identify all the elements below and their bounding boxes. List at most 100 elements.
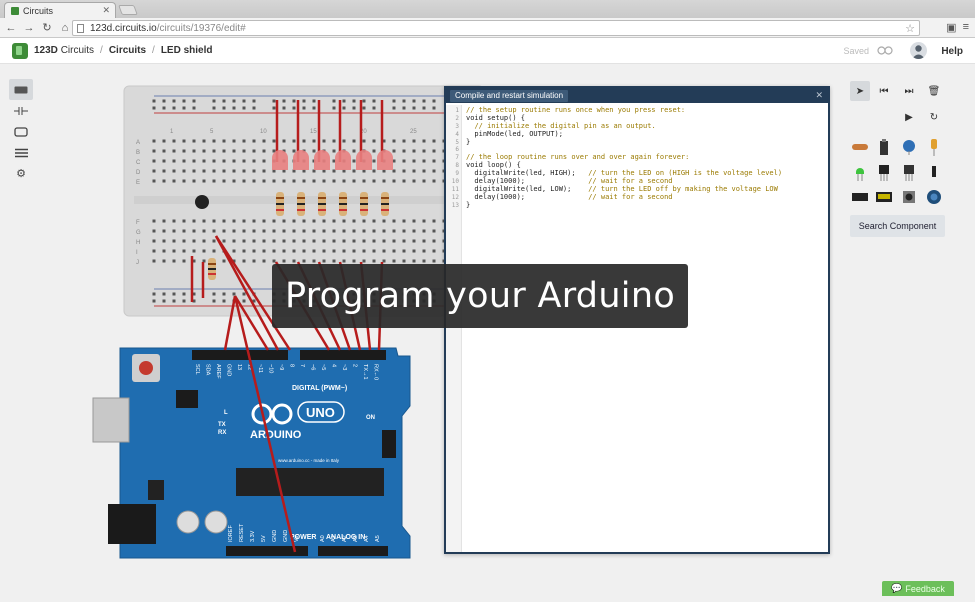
- pin-label: 13: [236, 364, 242, 370]
- code-area[interactable]: 1 2 3 4 5 6 7 8 9 10 11 12 13 // the setup routine r…: [446, 105, 828, 552]
- red-led[interactable]: [356, 150, 372, 170]
- brand-link[interactable]: 123D Circuits: [34, 45, 94, 56]
- rx-label: RX: [218, 430, 226, 436]
- breadcrumb-current[interactable]: LED shield: [161, 45, 213, 56]
- reset-button[interactable]: [139, 361, 153, 375]
- back-icon[interactable]: ←: [4, 21, 18, 35]
- mosfet-component[interactable]: [899, 162, 919, 182]
- line-number: 13: [451, 201, 459, 209]
- pin-label: RESET: [239, 523, 245, 542]
- pin-label: ~6: [310, 364, 316, 370]
- code-line[interactable]: }: [466, 201, 782, 210]
- breadboard-icon: [14, 86, 28, 93]
- red-led[interactable]: [272, 150, 288, 170]
- potentiometer-component[interactable]: [899, 137, 919, 157]
- step-back-button[interactable]: ⏮: [874, 81, 894, 101]
- battery-component[interactable]: [874, 137, 894, 157]
- ic-component[interactable]: [850, 187, 870, 207]
- l-label: L: [224, 410, 228, 416]
- select-tool-button[interactable]: ➤: [850, 81, 870, 101]
- analog-header: [318, 546, 388, 556]
- breadboard-view-button[interactable]: [9, 79, 33, 100]
- transistor-component[interactable]: [874, 162, 894, 182]
- pcb-view-button[interactable]: [9, 121, 33, 142]
- red-led[interactable]: [314, 150, 330, 170]
- pin-label: GND: [272, 530, 278, 542]
- breadcrumb-circuits[interactable]: Circuits: [109, 45, 146, 56]
- tx-label: TX: [218, 422, 226, 428]
- arduino-uno-board[interactable]: UNO ARDUINO DIGITAL (PWM~) POWER ANALOG …: [92, 347, 411, 559]
- component-list-button[interactable]: [9, 142, 33, 163]
- restart-button[interactable]: ↻: [924, 107, 944, 127]
- pin-label: ~5: [320, 364, 326, 370]
- menu-icon[interactable]: ≡: [963, 21, 969, 34]
- line-number: 4: [455, 130, 459, 138]
- site-label: www.arduino.cc - made in Italy: [278, 458, 340, 463]
- pin-label: A4: [364, 535, 370, 542]
- user-avatar-icon[interactable]: [910, 42, 927, 59]
- line-number: 9: [455, 170, 459, 178]
- resistor-component[interactable]: [850, 137, 870, 157]
- play-icon: ▶: [905, 111, 913, 123]
- line-number: 8: [455, 162, 459, 170]
- share-icon[interactable]: [877, 46, 893, 55]
- line-number: 3: [455, 122, 459, 130]
- row-label: H: [136, 240, 140, 246]
- gear-icon: ⚙: [16, 168, 26, 180]
- bookmark-star-icon[interactable]: ☆: [905, 22, 915, 35]
- pin-label: IOREF: [228, 525, 234, 542]
- red-led[interactable]: [335, 150, 351, 170]
- push-button[interactable]: [195, 195, 209, 209]
- pin-label: 8: [289, 364, 295, 367]
- search-component-button[interactable]: Search Component: [850, 215, 945, 237]
- feedback-button[interactable]: 💬 Feedback: [882, 581, 954, 596]
- browser-tab[interactable]: Circuits ✕: [4, 2, 116, 18]
- play-button[interactable]: ▶: [899, 107, 919, 127]
- row-label: A: [136, 140, 140, 146]
- code-line[interactable]: pinMode(led, OUTPUT);: [466, 130, 782, 139]
- line-number: 6: [455, 146, 459, 154]
- col-label: 25: [410, 129, 417, 135]
- piezo-component[interactable]: [924, 187, 944, 207]
- power-jack: [108, 504, 156, 544]
- schematic-view-button[interactable]: [9, 100, 33, 121]
- red-led[interactable]: [293, 150, 309, 170]
- close-tab-icon[interactable]: ✕: [102, 5, 110, 16]
- settings-button[interactable]: ⚙: [9, 163, 33, 184]
- pin-label: 7: [299, 364, 305, 367]
- pin-label: A2: [342, 535, 348, 542]
- lcd-component[interactable]: [874, 187, 894, 207]
- url-host: 123d.circuits.io: [90, 22, 157, 34]
- resistor[interactable]: [208, 258, 216, 280]
- home-icon[interactable]: ⌂: [58, 21, 72, 35]
- code-line[interactable]: }: [466, 138, 782, 147]
- code-line[interactable]: delay(1000); // wait for a second: [466, 193, 782, 202]
- step-forward-button[interactable]: ⏭: [899, 81, 919, 101]
- 123d-logo-icon[interactable]: [12, 42, 28, 59]
- pin-label: 3.3V: [250, 530, 256, 542]
- new-tab-button[interactable]: [118, 5, 138, 15]
- pin-label: 5V: [261, 535, 267, 542]
- extension-icon[interactable]: ▣: [946, 21, 956, 34]
- pushbutton-component[interactable]: [899, 187, 919, 207]
- capacitor-component[interactable]: [924, 137, 944, 157]
- delete-button[interactable]: 🗑: [924, 81, 944, 101]
- compile-restart-button[interactable]: Compile and restart simulation: [450, 89, 569, 102]
- app-header: 123D Circuits / Circuits / LED shield Sa…: [0, 38, 975, 64]
- url-path: /circuits/19376/edit#: [156, 22, 246, 34]
- code-text[interactable]: // the setup routine runs once when you …: [462, 105, 782, 552]
- red-led[interactable]: [377, 150, 393, 170]
- green-led-component[interactable]: [850, 162, 870, 182]
- feedback-label: Feedback: [905, 583, 945, 594]
- video-caption: Program your Arduino: [272, 264, 688, 328]
- browser-tabstrip: Circuits ✕: [0, 0, 975, 18]
- pin-label: ~3: [341, 364, 347, 370]
- reload-icon[interactable]: ↻: [40, 21, 54, 35]
- close-editor-icon[interactable]: ✕: [815, 90, 823, 101]
- diode-component[interactable]: [924, 162, 944, 182]
- address-bar[interactable]: 123d.circuits.io /circuits/19376/edit# ☆: [72, 20, 920, 36]
- arduino-label: ARDUINO: [250, 429, 302, 441]
- forward-icon[interactable]: →: [22, 21, 36, 35]
- help-link[interactable]: Help: [941, 46, 963, 57]
- row-label: B: [136, 150, 140, 156]
